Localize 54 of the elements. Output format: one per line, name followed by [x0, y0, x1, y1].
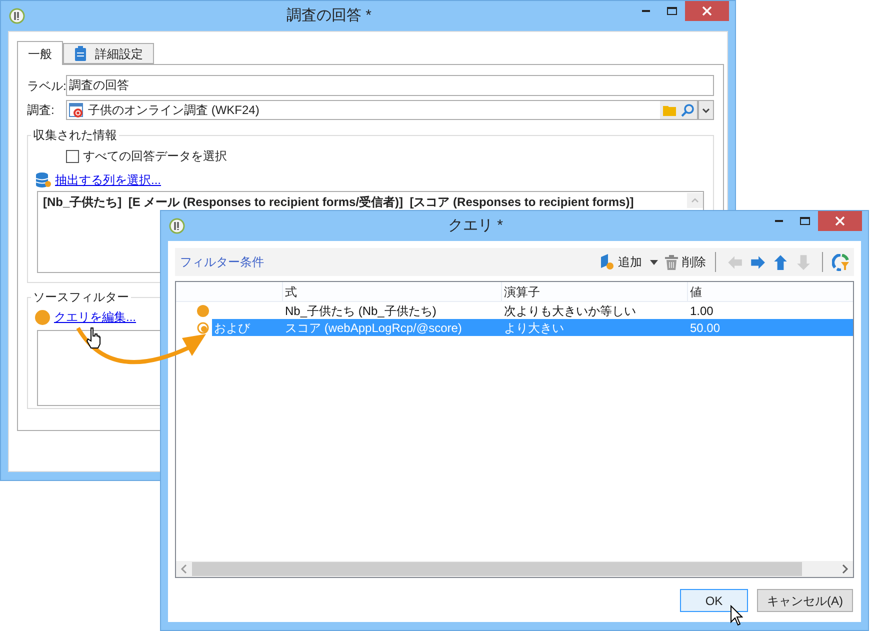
app-icon	[169, 218, 185, 234]
right-arrow-icon[interactable]	[749, 254, 766, 270]
column-header[interactable]: 演算子	[502, 282, 688, 301]
column-header[interactable]: 式	[283, 282, 502, 301]
field-label: 調査:	[27, 102, 56, 119]
add-button[interactable]: 追加	[618, 253, 642, 271]
app-icon	[9, 8, 25, 24]
group-title: 収集された情報	[32, 127, 118, 144]
group-title: ソースフィルター	[32, 289, 130, 306]
table-cell-text: 50.00	[689, 320, 722, 336]
condition-ring-icon	[197, 322, 209, 334]
close-button[interactable]	[818, 211, 862, 231]
survey-field[interactable]: 子供のオンライン調査 (WKF24)	[66, 100, 698, 120]
caret-icon[interactable]	[650, 260, 658, 264]
table-cell: および	[214, 320, 250, 334]
web-form-icon	[69, 102, 84, 118]
ok-button[interactable]: OK	[680, 589, 748, 612]
add-icon[interactable]	[600, 254, 614, 270]
column-header[interactable]: 値	[688, 282, 853, 301]
columns-text: [Nb_子供たち] [E メール (Responses to recipient forms/受信者)] [スコア (Responses to recipient forms)]	[43, 194, 635, 211]
chevron-down-icon	[702, 108, 710, 112]
select-columns-link[interactable]: 抽出する列を選択...	[55, 171, 162, 189]
table-cell-text: 1.00	[689, 302, 714, 320]
close-icon	[835, 216, 845, 226]
window-title: クエリ *	[448, 216, 503, 236]
database-icon	[36, 172, 51, 188]
filter-icon[interactable]	[832, 254, 849, 270]
clipboard-icon	[74, 46, 87, 61]
chevron-up-icon	[691, 198, 699, 203]
window-title: 調査の回答 *	[286, 6, 372, 26]
table-cell-text: 次よりも大きいか等しい	[503, 302, 637, 320]
hand-cursor-icon	[86, 327, 102, 349]
checkbox-label: すべての回答データを選択	[83, 148, 227, 165]
table-cell-text: より大きい	[503, 320, 565, 336]
tab[interactable]: 一般	[17, 41, 63, 65]
toolbar-title: フィルター条件	[180, 254, 265, 271]
edit-query-link[interactable]: クエリを編集...	[54, 308, 136, 326]
up-arrow-icon[interactable]	[772, 254, 789, 270]
cancel-button[interactable]: キャンセル(A)	[757, 589, 853, 612]
delete-button[interactable]: 削除	[682, 253, 706, 271]
table-row[interactable]: Nb_子供たち (Nb_子供たち) 次よりも大きいか等しい 1.00	[212, 302, 853, 319]
search-icon[interactable]	[681, 104, 694, 116]
checkbox[interactable]	[66, 150, 79, 162]
horizontal-scrollbar[interactable]	[176, 561, 853, 577]
table-cell-text: Nb_子供たち (Nb_子供たち)	[284, 302, 438, 320]
dropdown-button[interactable]	[698, 100, 714, 120]
trash-icon[interactable]	[665, 254, 678, 270]
field-value: 子供のオンライン調査 (WKF24)	[88, 102, 260, 119]
close-button[interactable]	[685, 1, 729, 21]
tab[interactable]: 詳細設定	[63, 43, 154, 64]
table-cell-text: スコア (webAppLogRcp/@score)	[284, 320, 463, 336]
field-label: ラベル:	[27, 78, 63, 94]
input-field[interactable]: 調査の回答	[66, 75, 714, 96]
close-icon	[702, 6, 712, 16]
